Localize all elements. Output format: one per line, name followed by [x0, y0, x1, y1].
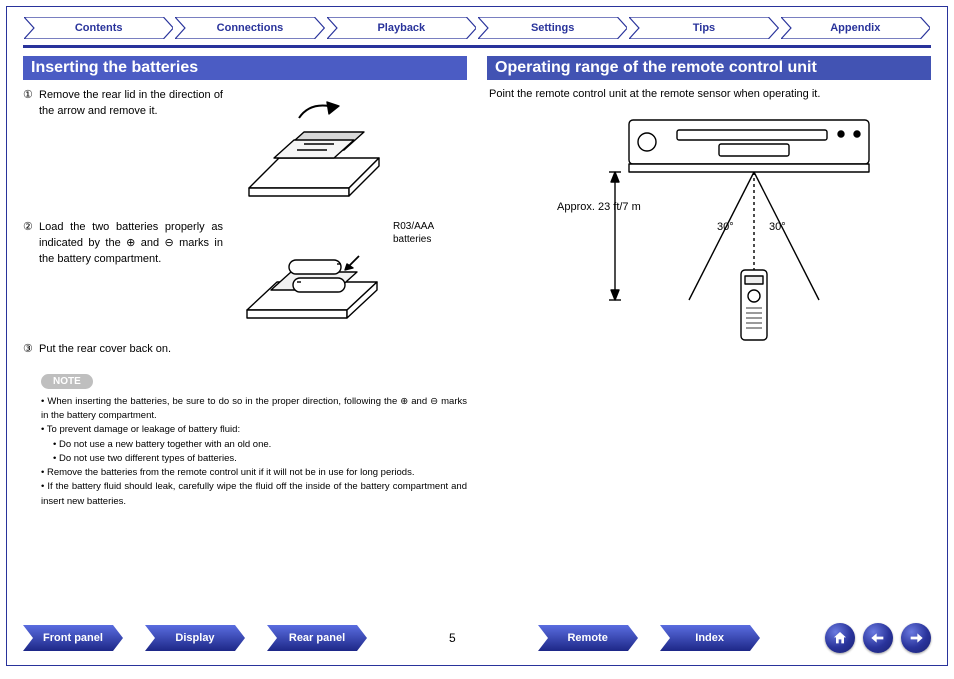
figure-remove-lid [229, 88, 389, 208]
tab-tips[interactable]: Tips [629, 17, 778, 39]
tab-playback[interactable]: Playback [327, 17, 476, 39]
home-button[interactable] [825, 623, 855, 653]
figure-load-batteries: R03/AAA batteries [229, 220, 434, 330]
range-distance-label: Approx. 23 ft/7 m [557, 201, 641, 213]
remote-lid-icon [229, 88, 389, 208]
tab-label: Contents [24, 17, 173, 39]
step-2: ② Load the two batteries properly as ind… [23, 220, 467, 330]
tab-contents[interactable]: Contents [24, 17, 173, 39]
rear-panel-button[interactable]: Rear panel [267, 625, 367, 651]
top-nav: Contents Connections Playback Settings T… [23, 17, 931, 39]
figure-label: R03/AAA batteries [393, 220, 434, 246]
operating-range-icon: Approx. 23 ft/7 m 30° 30° [519, 110, 899, 350]
tab-label: Settings [478, 17, 627, 39]
notes-list: When inserting the batteries, be sure to… [23, 395, 467, 509]
tab-label: Playback [327, 17, 476, 39]
note-subitem: Do not use a new battery together with a… [53, 438, 467, 452]
note-badge: NOTE [41, 374, 93, 389]
home-icon [832, 630, 848, 646]
note-item: To prevent damage or leakage of battery … [41, 423, 467, 466]
note-subitem: Do not use two different types of batter… [53, 452, 467, 466]
arrow-left-icon [870, 630, 886, 646]
tab-connections[interactable]: Connections [175, 17, 324, 39]
section-title-batteries: Inserting the batteries [23, 56, 467, 80]
page-number: 5 [432, 631, 472, 645]
note-item: When inserting the batteries, be sure to… [41, 395, 467, 424]
front-panel-button[interactable]: Front panel [23, 625, 123, 651]
note-item: Remove the batteries from the remote con… [41, 466, 467, 480]
tab-settings[interactable]: Settings [478, 17, 627, 39]
tab-appendix[interactable]: Appendix [781, 17, 930, 39]
arrow-right-icon [908, 630, 924, 646]
left-column: Inserting the batteries ① Remove the rea… [23, 56, 467, 509]
right-column: Operating range of the remote control un… [487, 56, 931, 509]
step-number: ③ [23, 342, 39, 355]
step-number: ② [23, 220, 39, 233]
tab-label: Connections [175, 17, 324, 39]
step-number: ① [23, 88, 39, 101]
angle-right-label: 30° [769, 221, 786, 233]
prev-button[interactable] [863, 623, 893, 653]
remote-button[interactable]: Remote [538, 625, 638, 651]
step-text: Remove the rear lid in the direction of … [39, 88, 229, 120]
battery-insert-icon [229, 220, 389, 330]
angle-left-label: 30° [717, 221, 734, 233]
step-1: ① Remove the rear lid in the direction o… [23, 88, 467, 208]
step-text: Put the rear cover back on. [39, 342, 467, 358]
next-button[interactable] [901, 623, 931, 653]
step-text: Load the two batteries properly as indic… [39, 220, 229, 268]
section-title-range: Operating range of the remote control un… [487, 56, 931, 80]
display-button[interactable]: Display [145, 625, 245, 651]
nav-divider [23, 45, 931, 48]
step-3: ③ Put the rear cover back on. [23, 342, 467, 358]
figure-operating-range: Approx. 23 ft/7 m 30° 30° [487, 110, 931, 350]
tab-label: Appendix [781, 17, 930, 39]
note-item: If the battery fluid should leak, carefu… [41, 480, 467, 509]
index-button[interactable]: Index [660, 625, 760, 651]
bottom-bar: Front panel Display Rear panel 5 Remote … [23, 623, 931, 653]
tab-label: Tips [629, 17, 778, 39]
range-description: Point the remote control unit at the rem… [489, 88, 931, 100]
